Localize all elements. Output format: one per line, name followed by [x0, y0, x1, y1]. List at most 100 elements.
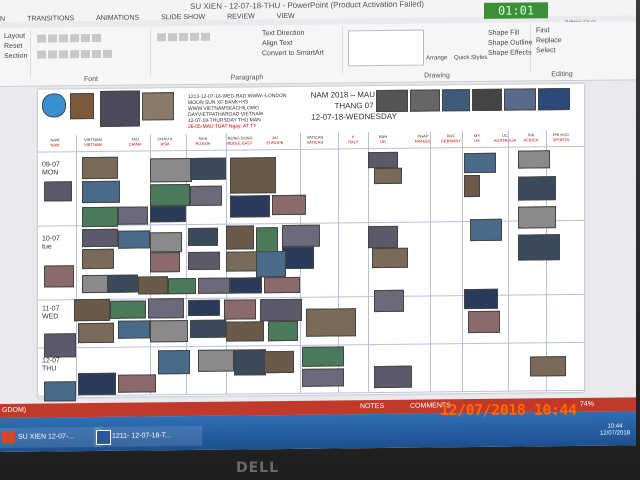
photo-thumbnail[interactable]: [82, 156, 118, 180]
photo-thumbnail[interactable]: [188, 251, 220, 271]
photo-thumbnail[interactable]: [470, 218, 502, 242]
photo-thumbnail[interactable]: [110, 300, 146, 319]
photo-thumbnail[interactable]: [518, 150, 550, 169]
photo-thumbnail[interactable]: [82, 274, 108, 294]
photo-thumbnail[interactable]: [78, 322, 114, 344]
photo-thumbnail[interactable]: [82, 180, 120, 204]
select-button[interactable]: Select: [536, 47, 588, 54]
photo-thumbnail[interactable]: [282, 246, 314, 270]
shape-effects-button[interactable]: Shape Effects: [488, 49, 532, 56]
photo-thumbnail[interactable]: [44, 381, 76, 402]
photo-thumbnail[interactable]: [74, 298, 110, 322]
tab-animations[interactable]: ANIMATIONS: [96, 15, 139, 22]
photo-thumbnail[interactable]: [530, 356, 566, 377]
photo-thumbnail[interactable]: [226, 251, 258, 272]
photo-thumbnail[interactable]: [150, 252, 180, 273]
photo-thumbnail[interactable]: [230, 277, 262, 294]
convert-smartart-button[interactable]: Convert to SmartArt: [262, 50, 324, 58]
photo-thumbnail[interactable]: [224, 299, 256, 320]
notes-button[interactable]: NOTES: [360, 403, 384, 410]
photo-thumbnail[interactable]: [234, 349, 266, 376]
photo-thumbnail[interactable]: [468, 310, 500, 334]
photo-thumbnail[interactable]: [150, 206, 186, 223]
arrange-button[interactable]: Arrange: [426, 55, 447, 61]
photo-thumbnail[interactable]: [168, 277, 196, 295]
photo-thumbnail[interactable]: [118, 320, 150, 339]
photo-thumbnail[interactable]: [372, 247, 408, 269]
photo-thumbnail[interactable]: [190, 185, 222, 207]
photo-thumbnail[interactable]: [198, 277, 230, 294]
shape-fill-button[interactable]: Shape Fill: [488, 29, 532, 37]
photo-thumbnail[interactable]: [264, 276, 300, 294]
photo-thumbnail[interactable]: [150, 184, 190, 207]
photo-thumbnail[interactable]: [374, 289, 404, 313]
photo-thumbnail[interactable]: [230, 195, 270, 218]
photo-thumbnail[interactable]: [306, 308, 356, 337]
photo-thumbnail[interactable]: [464, 288, 498, 310]
photo-thumbnail[interactable]: [272, 194, 306, 216]
photo-thumbnail[interactable]: [374, 167, 402, 185]
photo-thumbnail[interactable]: [44, 333, 76, 358]
photo-thumbnail[interactable]: [190, 319, 226, 339]
photo-thumbnail[interactable]: [82, 228, 118, 248]
slide-canvas[interactable]: 1213-12-07-18-WED-RAD WWW--LONDON MOON S…: [38, 83, 584, 402]
photo-thumbnail[interactable]: [188, 227, 218, 247]
photo-thumbnail[interactable]: [82, 206, 118, 228]
quick-styles-button[interactable]: Quick Styles: [454, 55, 487, 61]
tab-view[interactable]: VIEW: [277, 13, 295, 20]
photo-thumbnail[interactable]: [518, 176, 556, 201]
photo-thumbnail[interactable]: [368, 225, 398, 249]
tab-file[interactable]: N: [0, 16, 5, 23]
photo-thumbnail[interactable]: [78, 372, 116, 396]
photo-thumbnail[interactable]: [108, 274, 138, 293]
photo-thumbnail[interactable]: [150, 320, 188, 343]
photo-thumbnail[interactable]: [256, 227, 278, 254]
section-button[interactable]: Section: [4, 53, 27, 60]
photo-thumbnail[interactable]: [264, 350, 294, 374]
photo-thumbnail[interactable]: [230, 157, 276, 194]
photo-thumbnail[interactable]: [150, 232, 182, 253]
photo-thumbnail[interactable]: [518, 234, 560, 261]
photo-thumbnail[interactable]: [158, 350, 190, 375]
photo-thumbnail[interactable]: [226, 321, 264, 342]
system-clock[interactable]: 10:44 12/07/2018: [600, 423, 630, 437]
find-button[interactable]: Find: [536, 27, 588, 34]
tab-transitions[interactable]: TRANSITIONS: [27, 15, 74, 22]
photo-thumbnail[interactable]: [464, 174, 480, 198]
font-format-buttons[interactable]: [36, 48, 146, 61]
photo-thumbnail[interactable]: [188, 299, 220, 317]
photo-thumbnail[interactable]: [44, 265, 74, 288]
photo-thumbnail[interactable]: [302, 346, 344, 367]
photo-thumbnail[interactable]: [44, 181, 72, 202]
font-controls[interactable]: [36, 32, 146, 45]
shapes-gallery[interactable]: [348, 29, 424, 67]
photo-thumbnail[interactable]: [368, 151, 398, 169]
text-direction-button[interactable]: Text Direction: [262, 30, 324, 37]
layout-button[interactable]: Layout: [4, 33, 26, 40]
shape-outline-button[interactable]: Shape Outline: [488, 39, 532, 46]
photo-thumbnail[interactable]: [118, 374, 156, 393]
photo-thumbnail[interactable]: [260, 298, 302, 322]
photo-thumbnail[interactable]: [150, 157, 192, 183]
photo-thumbnail[interactable]: [198, 349, 234, 372]
replace-button[interactable]: Replace: [536, 37, 588, 44]
photo-thumbnail[interactable]: [118, 206, 148, 225]
photo-thumbnail[interactable]: [282, 224, 320, 248]
paragraph-controls[interactable]: [156, 32, 211, 45]
photo-thumbnail[interactable]: [82, 248, 114, 270]
tab-slide-show[interactable]: SLIDE SHOW: [161, 14, 205, 21]
photo-thumbnail[interactable]: [118, 230, 150, 249]
photo-thumbnail[interactable]: [256, 251, 286, 278]
zoom-level[interactable]: 74%: [580, 401, 594, 408]
photo-thumbnail[interactable]: [518, 206, 556, 229]
photo-thumbnail[interactable]: [148, 298, 184, 319]
reset-button[interactable]: Reset: [4, 43, 26, 50]
photo-thumbnail[interactable]: [302, 368, 344, 387]
photo-thumbnail[interactable]: [464, 152, 496, 174]
photo-thumbnail[interactable]: [190, 157, 226, 181]
photo-thumbnail[interactable]: [226, 225, 254, 250]
taskbar-word[interactable]: 1211- 12-07-18-T...: [94, 425, 202, 448]
photo-thumbnail[interactable]: [138, 276, 168, 295]
photo-thumbnail[interactable]: [374, 365, 412, 389]
align-text-button[interactable]: Align Text: [262, 40, 324, 47]
